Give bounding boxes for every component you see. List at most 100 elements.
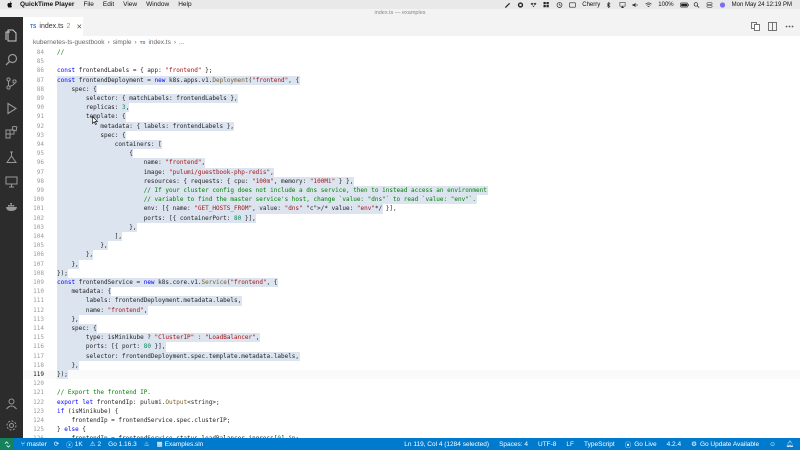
extensions-icon[interactable] <box>5 125 18 139</box>
git-branch[interactable]: master <box>27 441 47 448</box>
keyboard-icon[interactable] <box>569 2 577 8</box>
code-line[interactable]: 88 spec: { <box>23 84 800 94</box>
code-line[interactable]: 104 ], <box>23 232 800 242</box>
volume-icon[interactable] <box>632 2 639 8</box>
remote-indicator-icon[interactable] <box>0 438 14 450</box>
breadcrumb-item[interactable]: simple <box>113 39 132 46</box>
code-line[interactable]: 92 metadata: { labels: frontendLabels }, <box>23 121 800 131</box>
code-line[interactable]: 110 metadata: { <box>23 287 800 297</box>
solution-icon[interactable]: ▦ <box>157 440 163 448</box>
close-icon[interactable]: ✕ <box>76 23 82 31</box>
code-line[interactable]: 93 spec: { <box>23 130 800 140</box>
code-line[interactable]: 101 env: [{ name: "GET_HOSTS_FROM", valu… <box>23 204 800 214</box>
code-line[interactable]: 111 labels: frontendDeployment.metadata.… <box>23 296 800 306</box>
airplay-icon[interactable] <box>619 1 626 8</box>
menu-edit[interactable]: Edit <box>103 1 114 8</box>
go-update[interactable]: Go Update Available <box>700 441 759 448</box>
settings-gear-icon[interactable] <box>5 419 18 432</box>
code-line[interactable]: 115 type: isMinikube ? "ClusterIP" : "Lo… <box>23 333 800 343</box>
breadcrumb-item[interactable]: kubernetes-ts-guestbook <box>33 39 105 46</box>
code-line[interactable]: 89 selector: { matchLabels: frontendLabe… <box>23 94 800 104</box>
more-actions-icon[interactable] <box>785 22 794 31</box>
code-line[interactable]: 123 if (isMinikube) { <box>23 407 800 416</box>
code-line[interactable]: 105 }, <box>23 241 800 251</box>
code-line[interactable]: 117 selector: frontendDeployment.spec.te… <box>23 351 800 361</box>
search-icon[interactable] <box>693 1 700 8</box>
code-line[interactable]: 120 <box>23 379 800 388</box>
code-line[interactable]: 90 replicas: 3, <box>23 103 800 113</box>
code-line[interactable]: 122 export let frontendIp: pulumi.Output<… <box>23 398 800 407</box>
encoding[interactable]: UTF-8 <box>538 441 556 448</box>
code-line[interactable]: 102 ports: [{ containerPort: 80 }], <box>23 213 800 223</box>
code-line[interactable]: 98 resources: { requests: { cpu: "100m",… <box>23 176 800 186</box>
pen-icon[interactable] <box>504 2 511 8</box>
clock-icon[interactable] <box>556 1 563 8</box>
menu-view[interactable]: View <box>123 1 137 8</box>
code-line[interactable]: 87 const frontendDeployment = new k8s.app… <box>23 75 800 85</box>
go-live-icon[interactable]: ⦿ <box>625 439 632 449</box>
menu-app-name[interactable]: QuickTime Player <box>20 1 74 8</box>
code-editor[interactable]: 84 // 85 86 const frontendLabels = { app: "f… <box>23 48 800 442</box>
feedback-icon[interactable]: ☺ <box>769 441 776 448</box>
breadcrumb-item[interactable]: ... <box>179 39 184 46</box>
wifi-icon[interactable] <box>645 2 652 8</box>
code-line[interactable]: 109 const frontendService = new k8s.core.… <box>23 278 800 288</box>
code-line[interactable]: 119}); <box>23 370 800 380</box>
stop-record-icon[interactable] <box>517 1 524 8</box>
code-line[interactable]: 116 ports: [{ port: 80 }], <box>23 342 800 352</box>
docker-icon[interactable] <box>5 200 18 213</box>
go-update-icon[interactable]: ⚙ <box>691 440 697 448</box>
dropbox-icon[interactable] <box>530 2 537 8</box>
code-line[interactable]: 121 // Export the frontend IP. <box>23 388 800 397</box>
code-line[interactable]: 100 // variable to find the master servi… <box>23 195 800 205</box>
code-line[interactable]: 113 }, <box>23 314 800 324</box>
sync-count[interactable]: 1K <box>75 441 83 448</box>
code-line[interactable]: 108}); <box>23 268 800 278</box>
code-line[interactable]: 103 }, <box>23 222 800 232</box>
sync-icon[interactable]: ⟳ <box>54 440 59 448</box>
siri-icon[interactable] <box>719 1 726 8</box>
menu-window[interactable]: Window <box>146 1 169 8</box>
go-version[interactable]: Go 1.16.3 <box>108 441 137 448</box>
error-icon[interactable]: ⓧ <box>66 439 73 449</box>
source-control-icon[interactable] <box>5 77 18 90</box>
clock-datetime[interactable]: Mon May 24 12:19 PM <box>732 2 792 8</box>
go-live[interactable]: Go Live <box>634 441 656 448</box>
explorer-icon[interactable] <box>5 29 18 42</box>
code-line[interactable]: 124 frontendIp = frontendService.spec.cl… <box>23 416 800 425</box>
warning-icon[interactable]: ⚠ <box>90 440 96 448</box>
battery-percentage[interactable]: 100% <box>658 2 673 8</box>
notifications-icon[interactable]: 🔔︎ <box>786 440 794 448</box>
code-line[interactable]: 114 spec: { <box>23 324 800 334</box>
code-line[interactable]: 95 { <box>23 149 800 159</box>
code-line[interactable]: 96 name: "frontend", <box>23 158 800 168</box>
end-of-line[interactable]: LF <box>566 441 574 448</box>
cursor-position[interactable]: Ln 119, Col 4 (1284 selected) <box>404 441 489 448</box>
split-editor-icon[interactable] <box>768 22 777 31</box>
battery-icon[interactable] <box>679 2 689 8</box>
cherry-status-text[interactable]: Cherry <box>582 2 600 8</box>
tab-index-ts[interactable]: TS index.ts 2 ✕ <box>23 17 83 36</box>
search-icon[interactable] <box>5 53 18 66</box>
testing-icon[interactable] <box>5 151 18 164</box>
code-line[interactable]: 99 // If your cluster config does not in… <box>23 186 800 196</box>
grid-icon[interactable] <box>543 1 550 8</box>
code-line[interactable]: 97 image: "pulumi/guestbook-php-redis", <box>23 167 800 177</box>
apple-logo-icon[interactable] <box>6 1 14 8</box>
code-line[interactable]: 112 name: "frontend", <box>23 305 800 315</box>
control-center-icon[interactable] <box>706 1 713 8</box>
git-branch-icon[interactable]: ⑂ <box>21 441 25 448</box>
flame-icon[interactable]: ♨ <box>144 440 150 448</box>
code-line[interactable]: 86 const frontendLabels = { app: "fronten… <box>23 66 800 75</box>
code-line[interactable]: 94 containers: [ <box>23 140 800 150</box>
code-line[interactable]: 118 }, <box>23 360 800 370</box>
compare-changes-icon[interactable] <box>751 22 760 31</box>
breadcrumb-item[interactable]: index.ts <box>148 39 170 46</box>
run-debug-icon[interactable] <box>5 102 18 115</box>
code-line[interactable]: 106 }, <box>23 250 800 260</box>
code-line[interactable]: 85 <box>23 57 800 66</box>
accounts-icon[interactable] <box>5 397 18 410</box>
indentation[interactable]: Spaces: 4 <box>499 441 528 448</box>
code-line[interactable]: 91 template: { <box>23 112 800 122</box>
remote-explorer-icon[interactable] <box>5 175 18 188</box>
